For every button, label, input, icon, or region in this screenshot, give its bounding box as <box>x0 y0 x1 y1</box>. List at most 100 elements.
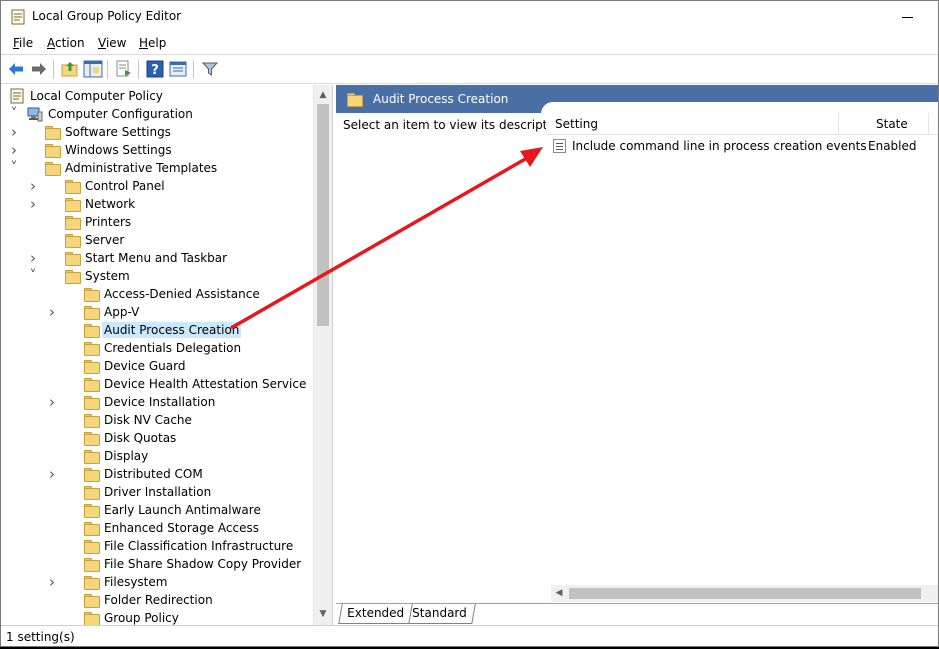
scroll-left-icon[interactable]: ◀ <box>551 585 567 602</box>
menu-file-rest: ile <box>19 36 34 50</box>
tree-item[interactable]: Audit Process Creation <box>1 321 313 339</box>
folder-icon <box>44 142 61 158</box>
column-state[interactable]: State <box>876 117 908 131</box>
status-text: 1 setting(s) <box>6 630 75 644</box>
tree-item[interactable]: Driver Installation <box>1 483 313 501</box>
chevron-right-icon[interactable]: › <box>28 179 38 194</box>
scroll-down-icon[interactable]: ▼ <box>314 606 332 623</box>
tree-item-label: Enhanced Storage Access <box>104 521 260 535</box>
column-header: Setting State <box>546 113 938 135</box>
scroll-up-icon[interactable]: ▲ <box>314 87 332 104</box>
chevron-right-icon[interactable]: › <box>9 143 19 158</box>
scrollbar-thumb[interactable] <box>317 104 329 326</box>
tree-item[interactable]: Device Guard <box>1 357 313 375</box>
tree-item[interactable]: Access-Denied Assistance <box>1 285 313 303</box>
folder-icon <box>44 124 61 140</box>
tree-item[interactable]: › Control Panel <box>1 177 313 195</box>
tree-item[interactable]: File Share Shadow Copy Provider <box>1 555 313 573</box>
column-divider[interactable] <box>928 113 929 135</box>
tree-item[interactable]: ˅ Computer Configuration <box>1 105 313 123</box>
folder-icon <box>83 556 100 572</box>
toolbar-separator <box>138 60 139 79</box>
column-divider[interactable] <box>838 113 839 135</box>
folder-icon <box>44 160 61 176</box>
tab-standard[interactable]: Standard <box>404 604 476 624</box>
chevron-right-icon[interactable]: › <box>47 467 57 482</box>
folder-icon <box>83 574 100 590</box>
details-header-title: Audit Process Creation <box>373 92 509 106</box>
minimize-button[interactable] <box>888 1 928 33</box>
tree-item[interactable]: Credentials Delegation <box>1 339 313 357</box>
table-row[interactable]: Include command line in process creation… <box>546 137 938 155</box>
tree-item[interactable]: Early Launch Antimalware <box>1 501 313 519</box>
back-arrow-icon[interactable] <box>6 59 26 79</box>
tree-item[interactable]: Server <box>1 231 313 249</box>
folder-icon <box>83 322 100 338</box>
chevron-down-icon[interactable]: ˅ <box>9 107 19 121</box>
forward-arrow-icon[interactable] <box>29 59 49 79</box>
column-setting[interactable]: Setting <box>555 117 598 131</box>
tree-item[interactable]: Enhanced Storage Access <box>1 519 313 537</box>
title-bar[interactable]: Local Group Policy Editor <box>1 1 938 33</box>
gpedit-window: Local Group Policy Editor File Action Vi… <box>0 0 939 647</box>
chevron-right-icon[interactable]: › <box>47 305 57 320</box>
chevron-right-icon[interactable]: › <box>47 395 57 410</box>
tab-extended[interactable]: Extended <box>338 604 413 624</box>
tree-item[interactable]: › Software Settings <box>1 123 313 141</box>
details-horizontal-scrollbar[interactable]: ◀ <box>551 585 938 602</box>
folder-icon <box>83 358 100 374</box>
tree-item-label: Early Launch Antimalware <box>104 503 261 517</box>
folder-icon <box>64 268 81 284</box>
menu-help[interactable]: Help <box>139 36 166 50</box>
chevron-right-icon[interactable]: › <box>9 125 19 140</box>
tree-item-label: Filesystem <box>104 575 168 589</box>
computer-icon <box>27 107 43 122</box>
tree-item-label: Computer Configuration <box>48 107 193 121</box>
tree-item[interactable]: Printers <box>1 213 313 231</box>
tree-item[interactable]: › Device Installation <box>1 393 313 411</box>
folder-icon <box>83 538 100 554</box>
export-list-icon[interactable] <box>114 59 134 79</box>
chevron-right-icon[interactable]: › <box>28 197 38 212</box>
tree-item[interactable]: Group Policy <box>1 609 313 625</box>
chevron-down-icon[interactable]: ˅ <box>28 269 38 283</box>
filter-icon[interactable] <box>200 59 220 79</box>
tree-item[interactable]: Display <box>1 447 313 465</box>
folder-icon <box>83 412 100 428</box>
tree-item[interactable]: › Filesystem <box>1 573 313 591</box>
tree-item[interactable]: › Windows Settings <box>1 141 313 159</box>
tree-item[interactable]: › Distributed COM <box>1 465 313 483</box>
tree-item-label: Start Menu and Taskbar <box>85 251 228 265</box>
tree-item[interactable]: ˅ Administrative Templates <box>1 159 313 177</box>
folder-icon <box>64 196 81 212</box>
properties-icon[interactable] <box>168 59 188 79</box>
tree-item[interactable]: Disk NV Cache <box>1 411 313 429</box>
show-hide-tree-icon[interactable] <box>83 59 103 79</box>
folder-icon <box>83 430 100 446</box>
tree-item-label: Disk NV Cache <box>104 413 192 427</box>
tree-item[interactable]: › App-V <box>1 303 313 321</box>
folder-icon <box>346 91 363 107</box>
tree-item[interactable]: Folder Redirection <box>1 591 313 609</box>
chevron-down-icon[interactable]: ˅ <box>9 161 19 175</box>
menu-view[interactable]: View <box>98 36 126 50</box>
folder-icon <box>83 610 100 625</box>
tree-item-label: Group Policy <box>104 611 179 625</box>
chevron-right-icon[interactable]: › <box>28 251 38 266</box>
tree-item[interactable]: Device Health Attestation Service <box>1 375 313 393</box>
tree-item[interactable]: File Classification Infrastructure <box>1 537 313 555</box>
tree-item[interactable]: Disk Quotas <box>1 429 313 447</box>
tree-item[interactable]: › Start Menu and Taskbar <box>1 249 313 267</box>
tree-item[interactable]: Local Computer Policy <box>1 87 313 105</box>
tree-item-label: Control Panel <box>85 179 165 193</box>
folder-icon <box>83 286 100 302</box>
menu-action[interactable]: Action <box>47 36 85 50</box>
tree-item[interactable]: › Network <box>1 195 313 213</box>
tree-item[interactable]: ˅ System <box>1 267 313 285</box>
help-icon[interactable]: ? <box>145 59 165 79</box>
menu-file[interactable]: File <box>13 36 33 50</box>
chevron-right-icon[interactable]: › <box>47 575 57 590</box>
scrollbar-thumb[interactable] <box>569 588 921 599</box>
up-folder-icon[interactable] <box>60 59 80 79</box>
tree-vertical-scrollbar[interactable]: ▲ ▼ <box>313 85 332 625</box>
